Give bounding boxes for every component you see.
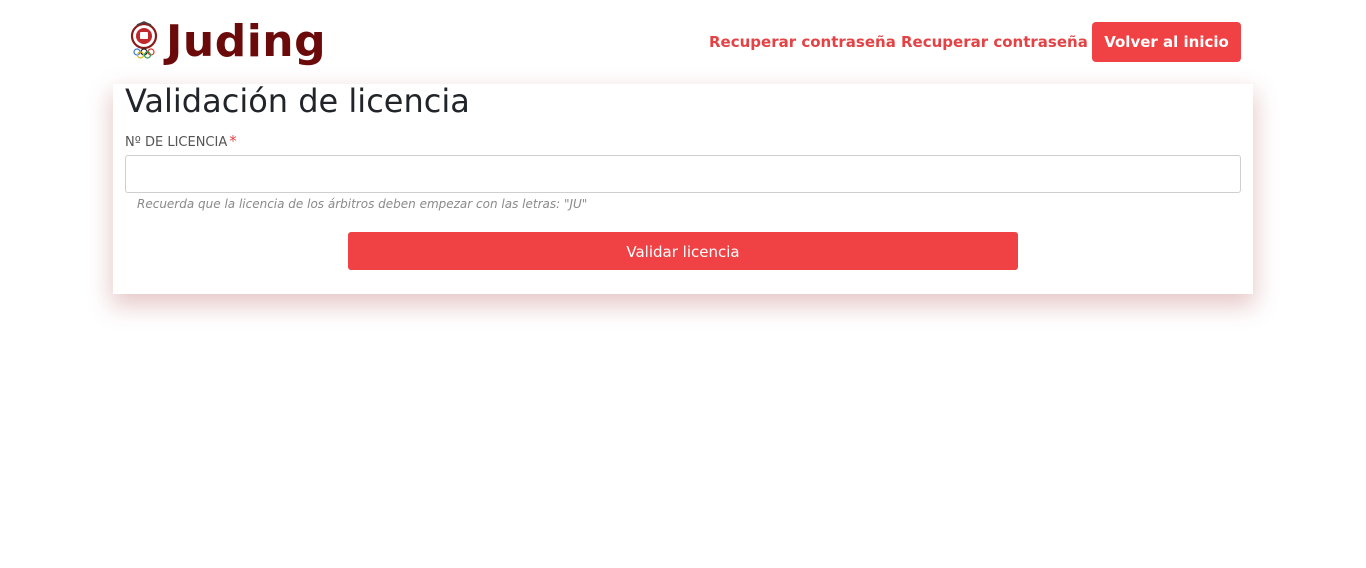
recover-password-link[interactable]: Recuperar contraseña: [709, 32, 896, 52]
site-header: Juding Recuperar contraseña Recuperar co…: [0, 0, 1366, 84]
license-number-label: Nº DE LICENCIA *: [125, 132, 237, 152]
license-validation-card: Validación de licencia Nº DE LICENCIA * R…: [113, 84, 1253, 294]
license-help-text: Recuerda que la licencia de los árbitros…: [137, 197, 588, 211]
brand-name: Juding: [166, 16, 327, 67]
recover-password-link-secondary[interactable]: Recuperar contraseña: [901, 32, 1088, 52]
required-indicator: *: [229, 132, 237, 150]
license-number-label-text: Nº DE LICENCIA: [125, 135, 228, 150]
home-logo-link[interactable]: Juding: [128, 16, 326, 68]
validate-license-button[interactable]: Validar licencia: [348, 232, 1018, 270]
license-number-input[interactable]: [125, 155, 1241, 193]
back-home-button[interactable]: Volver al inicio: [1092, 22, 1241, 62]
judo-federation-emblem-icon: [130, 21, 158, 59]
page-title: Validación de licencia: [125, 82, 470, 120]
